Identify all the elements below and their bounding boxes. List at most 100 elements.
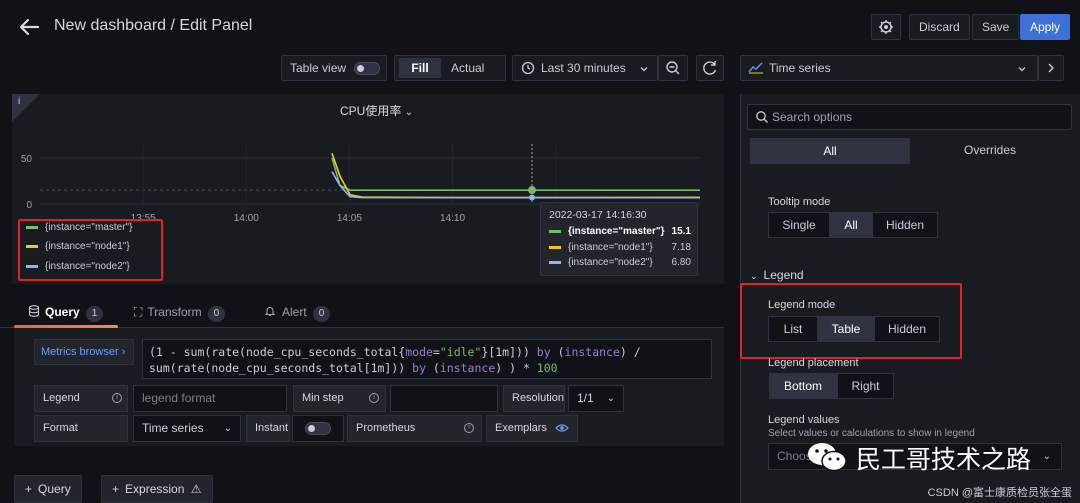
chevron-down-icon: ⌄ — [223, 423, 232, 434]
tooltip-mode-label: Tooltip mode — [768, 196, 831, 208]
chevron-down-icon: ⌄ — [750, 271, 758, 281]
legend-format-input[interactable]: legend format — [133, 385, 287, 412]
info-icon[interactable]: i — [369, 393, 379, 403]
series-line-0 — [331, 157, 700, 191]
chevron-right-icon: › — [121, 346, 126, 358]
tooltip-row-node1: {instance="node1"} — [549, 242, 653, 253]
tooltip-value: 6.80 — [671, 257, 691, 268]
x-tick-label: 14:00 — [234, 213, 259, 224]
legend-mode-hidden[interactable]: Hidden — [874, 316, 940, 342]
zoom-out-button[interactable] — [658, 55, 688, 81]
resolution-value: 1/1 — [577, 391, 594, 405]
time-range-label: Last 30 minutes — [541, 61, 626, 75]
format-select[interactable]: Time series ⌄ — [133, 415, 241, 442]
promql-editor[interactable]: (1 - sum(rate(node_cpu_seconds_total{mod… — [142, 339, 712, 379]
tooltip-swatch-node2 — [549, 260, 561, 264]
page-title: New dashboard / Edit Panel — [54, 17, 253, 34]
info-icon[interactable]: i — [112, 393, 122, 403]
top-bar: New dashboard / Edit Panel Discard Save … — [0, 0, 1080, 54]
table-view-toggle[interactable]: Table view — [281, 55, 387, 81]
legend-placement-bottom[interactable]: Bottom — [769, 373, 837, 399]
series-line-2 — [331, 171, 700, 199]
panel-title-text: CPU使用率 — [340, 104, 402, 118]
x-tick-label: 14:05 — [337, 213, 362, 224]
legend-mode-list[interactable]: List — [768, 316, 818, 342]
tooltip-swatch-node1 — [549, 245, 561, 249]
add-query-label: Query — [38, 482, 71, 496]
watermark-text: 民工哥技术之路 — [856, 446, 1032, 474]
add-query-button[interactable]: + Query — [14, 475, 82, 503]
info-icon[interactable]: i — [464, 423, 474, 433]
tooltip-mode-single[interactable]: Single — [768, 212, 830, 238]
tab-all-options[interactable]: All — [750, 138, 910, 164]
discard-button[interactable]: Discard — [909, 14, 970, 40]
legend-section-header[interactable]: ⌄ Legend — [750, 268, 804, 282]
tooltip-mode-hidden[interactable]: Hidden — [872, 212, 938, 238]
tab-count: 1 — [85, 306, 104, 322]
legend-swatch-master — [26, 225, 38, 229]
add-expression-label: Expression — [125, 482, 185, 496]
legend-values-label: Legend values — [768, 414, 840, 426]
tab-count: 0 — [207, 306, 226, 322]
save-button[interactable]: Save — [972, 14, 1020, 40]
tab-label: Alert — [282, 305, 307, 319]
fill-button[interactable]: Fill — [399, 58, 441, 78]
instant-toggle[interactable] — [305, 422, 331, 435]
bell-icon — [264, 307, 276, 317]
tab-alert[interactable]: Alert 0 — [264, 305, 331, 322]
time-series-icon — [748, 62, 763, 74]
tab-transform[interactable]: ⛶ Transform 0 — [134, 305, 226, 322]
gear-icon — [879, 20, 893, 34]
time-range-picker[interactable]: Last 30 minutes — [512, 55, 658, 81]
legend-placement-right[interactable]: Right — [837, 373, 894, 399]
y-tick-label: 0 — [26, 200, 32, 211]
tooltip-mode-all[interactable]: All — [830, 212, 872, 238]
legend-item-master[interactable]: {instance="master"} — [26, 222, 132, 233]
min-step-label-text: Min step — [302, 392, 344, 404]
tab-label: Query — [45, 305, 80, 319]
actual-button[interactable]: Actual — [451, 56, 484, 80]
warning-icon: ⚠ — [190, 482, 202, 496]
tooltip-value: 15.1 — [671, 226, 691, 237]
add-expression-button[interactable]: + Expression ⚠ — [101, 475, 213, 503]
apply-button[interactable]: Apply — [1020, 14, 1071, 40]
refresh-button[interactable] — [696, 55, 724, 81]
resolution-label: Resolution — [503, 385, 565, 412]
editor-tabs — [0, 296, 724, 328]
table-view-label: Table view — [290, 61, 347, 75]
panel-title[interactable]: CPU使用率 ⌄ — [340, 102, 413, 119]
zoom-out-icon — [666, 61, 680, 75]
x-tick-label: 14:10 — [440, 213, 465, 224]
chevron-down-icon: ⌄ — [606, 393, 615, 404]
metrics-browser-button[interactable]: Metrics browser › — [34, 339, 134, 365]
legend-mode-table[interactable]: Table — [818, 316, 874, 342]
instant-toggle-wrap — [292, 415, 344, 442]
legend-label: {instance="node1"} — [45, 241, 130, 252]
tooltip-time: 2022-03-17 14:16:30 — [549, 209, 647, 221]
tab-overrides[interactable]: Overrides — [910, 138, 1070, 164]
visualization-picker[interactable]: Time series — [740, 55, 1038, 81]
panel-info-corner — [12, 94, 40, 122]
metrics-browser-label: Metrics browser — [41, 346, 119, 358]
instant-label: Instant — [246, 415, 290, 442]
legend-placement-label: Legend placement — [768, 357, 859, 369]
legend-item-node2[interactable]: {instance="node2"} — [26, 261, 130, 272]
resolution-select[interactable]: 1/1 ⌄ — [568, 385, 624, 412]
y-tick-label: 50 — [21, 154, 33, 165]
info-icon[interactable]: i — [18, 96, 20, 107]
tooltip-label: {instance="master"} — [568, 226, 665, 237]
legend-swatch-node2 — [26, 264, 38, 268]
plus-icon: + — [25, 482, 33, 496]
eye-icon[interactable] — [555, 423, 569, 433]
legend-item-node1[interactable]: {instance="node1"} — [26, 241, 130, 252]
tab-label: Transform — [147, 305, 202, 319]
prometheus-label-text: Prometheus — [356, 422, 416, 434]
wechat-logo-icon — [808, 443, 847, 472]
search-options-input[interactable]: Search options — [747, 104, 1072, 130]
table-view-switch[interactable] — [354, 62, 380, 75]
settings-button[interactable] — [871, 14, 901, 40]
collapse-options-button[interactable] — [1038, 55, 1064, 81]
tab-query[interactable]: Query 1 — [28, 305, 104, 322]
min-step-input[interactable] — [390, 385, 498, 412]
back-arrow-icon[interactable] — [18, 16, 40, 38]
